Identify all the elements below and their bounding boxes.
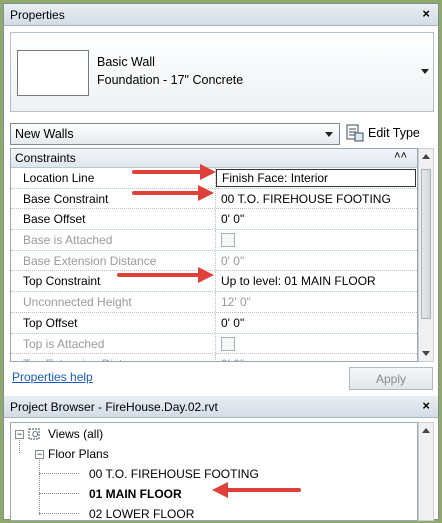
- property-row[interactable]: Base Offset 0' 0": [11, 209, 417, 231]
- apply-button[interactable]: Apply: [349, 367, 433, 390]
- properties-title: Properties: [10, 7, 65, 22]
- property-name: Location Line: [11, 168, 216, 188]
- tree-label: 02 LOWER FLOOR: [89, 507, 195, 521]
- scroll-up-icon[interactable]: [422, 154, 430, 159]
- property-checkbox-cell: [216, 334, 417, 354]
- tree-connector: [39, 455, 40, 515]
- type-name-label: Foundation - 17" Concrete: [97, 73, 244, 87]
- tree-node-views[interactable]: − O Views (all): [15, 425, 103, 443]
- revit-panels: Properties × Basic Wall Foundation - 17"…: [3, 3, 439, 521]
- property-row[interactable]: Location Line Finish Face: Interior: [11, 168, 417, 189]
- property-name: Base Constraint: [11, 188, 216, 209]
- type-preview-swatch: [17, 50, 89, 96]
- edit-type-icon: [346, 124, 364, 142]
- edit-type-button[interactable]: Edit Type: [346, 121, 436, 145]
- tree-label: Views (all): [48, 427, 104, 441]
- tree-connector: [39, 493, 79, 494]
- property-name: Base Extension Distance: [11, 250, 216, 271]
- property-name: Unconnected Height: [11, 292, 216, 312]
- type-family-label: Basic Wall: [97, 55, 155, 69]
- property-name: Base is Attached: [11, 230, 216, 250]
- property-value[interactable]: Finish Face: Interior: [216, 169, 416, 187]
- checkbox: [221, 336, 235, 351]
- tree-item-lower-floor[interactable]: 02 LOWER FLOOR: [89, 505, 195, 521]
- project-browser-close-button[interactable]: ×: [422, 398, 430, 413]
- property-value[interactable]: 00 T.O. FIREHOUSE FOOTING: [216, 189, 417, 209]
- property-row[interactable]: Top is Attached: [11, 333, 417, 355]
- property-name: Top is Attached: [11, 333, 216, 354]
- type-selector[interactable]: Basic Wall Foundation - 17" Concrete: [10, 32, 434, 112]
- project-browser-title: Project Browser - FireHouse.Day.02.rvt: [10, 399, 218, 414]
- property-row[interactable]: Base Extension Distance 0' 0": [11, 250, 417, 272]
- collapse-toggle-icon[interactable]: −: [35, 449, 44, 459]
- property-row[interactable]: Top Constraint Up to level: 01 MAIN FLOOR: [11, 271, 417, 293]
- instance-filter-value: New Walls: [15, 127, 74, 141]
- tree-label: 00 T.O. FIREHOUSE FOOTING: [89, 467, 259, 481]
- tree-connector: [39, 513, 79, 514]
- scroll-thumb[interactable]: [421, 169, 431, 319]
- property-row[interactable]: Base is Attached: [11, 230, 417, 251]
- tree-label: 01 MAIN FLOOR: [89, 487, 182, 501]
- property-name: Base Offset: [11, 209, 216, 230]
- property-value: 0' 0": [221, 253, 245, 268]
- property-value: 0' 0": [216, 354, 417, 361]
- scroll-up-icon[interactable]: [422, 428, 430, 433]
- instance-filter-dropdown[interactable]: New Walls: [10, 123, 340, 145]
- property-checkbox-cell: [216, 230, 417, 250]
- svg-text:O: O: [32, 430, 38, 439]
- chevron-down-icon: [325, 132, 333, 137]
- constraints-group-header[interactable]: Constraints ˄˄: [11, 149, 417, 168]
- properties-close-button[interactable]: ×: [422, 6, 430, 21]
- scroll-down-icon[interactable]: [422, 351, 430, 356]
- collapse-icon[interactable]: ˄˄: [394, 150, 407, 162]
- type-selector-arrow-icon[interactable]: [421, 69, 429, 74]
- tree-node-floor-plans[interactable]: − Floor Plans: [35, 445, 109, 463]
- property-value[interactable]: 0' 0": [216, 313, 417, 333]
- property-row[interactable]: Top Extension Distance0' 0": [11, 354, 417, 361]
- collapse-toggle-icon[interactable]: −: [15, 429, 24, 439]
- property-grid: Constraints ˄˄ Location Line Finish Face:…: [10, 148, 418, 362]
- project-browser-scrollbar[interactable]: [418, 422, 434, 521]
- group-label: Constraints: [15, 151, 76, 165]
- tree-item-footing[interactable]: 00 T.O. FIREHOUSE FOOTING: [89, 465, 259, 483]
- tree-connector: [39, 473, 79, 474]
- properties-titlebar[interactable]: Properties ×: [4, 4, 438, 26]
- property-value[interactable]: 0' 0": [216, 209, 417, 229]
- tree-item-main-floor[interactable]: 01 MAIN FLOOR: [89, 485, 182, 503]
- property-value[interactable]: Up to level: 01 MAIN FLOOR: [216, 271, 417, 291]
- properties-help-link[interactable]: Properties help: [12, 370, 93, 384]
- property-name: Top Offset: [11, 312, 216, 333]
- property-name: Top Constraint: [11, 271, 216, 292]
- property-grid-scrollbar[interactable]: [418, 148, 434, 362]
- property-name: Top Extension Distance: [11, 354, 216, 361]
- views-icon: O: [28, 428, 40, 440]
- property-value: 12' 0": [221, 295, 251, 310]
- project-browser-titlebar[interactable]: Project Browser - FireHouse.Day.02.rvt ×: [4, 396, 438, 418]
- property-row[interactable]: Top Offset 0' 0": [11, 312, 417, 334]
- checkbox: [221, 233, 235, 248]
- property-row[interactable]: Base Constraint 00 T.O. FIREHOUSE FOOTING: [11, 188, 417, 210]
- property-row[interactable]: Unconnected Height 12' 0": [11, 292, 417, 313]
- edit-type-label: Edit Type: [368, 126, 420, 140]
- tree-label: Floor Plans: [48, 447, 109, 461]
- project-browser-tree: − O Views (all) − Floor Plans 00 T.O. FI…: [10, 422, 418, 521]
